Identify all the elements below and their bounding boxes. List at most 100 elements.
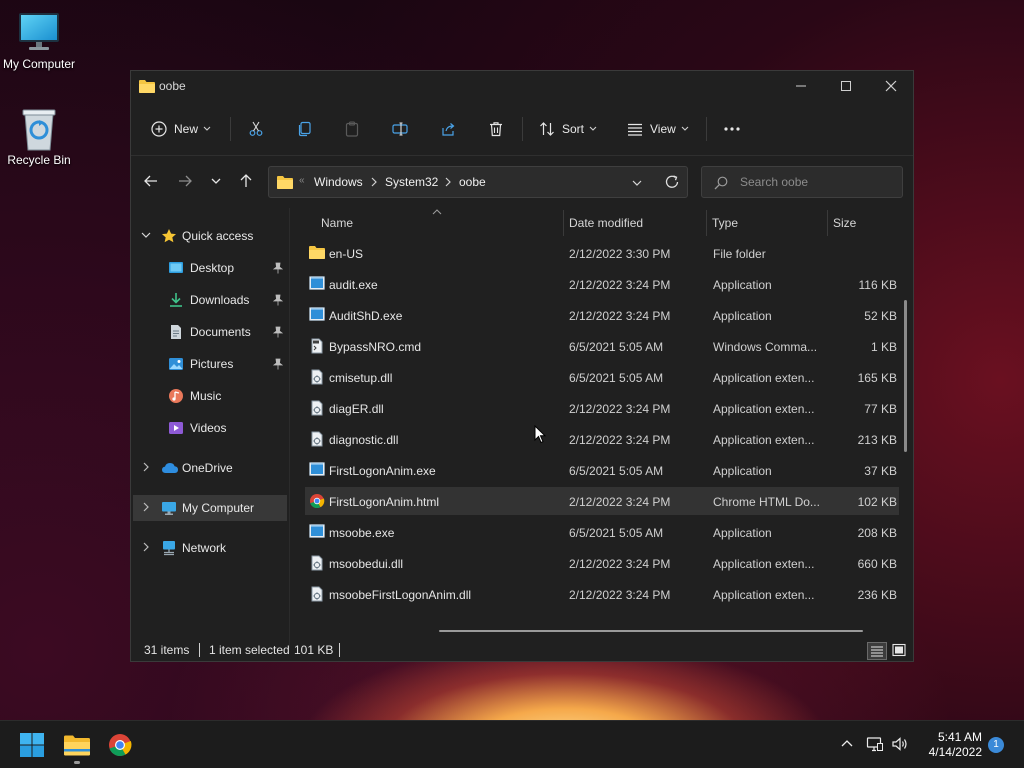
back-button[interactable]: [143, 173, 165, 191]
file-row[interactable]: BypassNRO.cmd 6/5/2021 5:05 AM Windows Com…: [305, 332, 899, 360]
network-icon: [866, 737, 883, 752]
address-bar[interactable]: « Windows System32 oobe: [268, 166, 688, 198]
minimize-button[interactable]: [781, 75, 821, 97]
chrome-icon: [109, 734, 132, 757]
maximize-button[interactable]: [826, 75, 866, 97]
paste-button[interactable]: [344, 115, 360, 143]
start-button[interactable]: [16, 729, 48, 761]
chevron-right-icon[interactable]: [445, 177, 451, 187]
chrome-taskbar-button[interactable]: [104, 729, 136, 761]
file-size: 660 KB: [857, 557, 897, 571]
nav-quick-access[interactable]: Quick access: [133, 223, 287, 249]
notification-badge[interactable]: 1: [988, 737, 1004, 753]
file-row[interactable]: diagnostic.dll 2/12/2022 3:24 PM Applicati…: [305, 425, 899, 453]
copy-button[interactable]: [297, 115, 313, 143]
file-explorer-taskbar-button[interactable]: [61, 729, 93, 761]
address-history-button[interactable]: [631, 177, 643, 189]
sort-button[interactable]: Sort: [539, 115, 597, 143]
nav-network[interactable]: Network: [133, 535, 287, 561]
nav-desktop[interactable]: Desktop: [133, 255, 287, 281]
volume-button[interactable]: [891, 736, 909, 752]
column-header-size[interactable]: Size: [828, 208, 898, 238]
refresh-button[interactable]: [664, 174, 680, 190]
nav-documents[interactable]: Documents: [133, 319, 287, 345]
share-button[interactable]: [440, 115, 456, 143]
nav-pictures[interactable]: Pictures: [133, 351, 287, 377]
clock[interactable]: 5:41 AM 4/14/2022: [916, 730, 982, 760]
forward-button[interactable]: [177, 173, 199, 191]
details-view-button[interactable]: [867, 642, 887, 660]
file-name: FirstLogonAnim.html: [329, 495, 440, 509]
nav-label: Network: [182, 541, 227, 555]
file-size: 208 KB: [857, 526, 897, 540]
nav-videos[interactable]: Videos: [133, 415, 287, 441]
show-hidden-icons-button[interactable]: [840, 736, 854, 752]
chevron-right-icon[interactable]: [141, 542, 151, 552]
file-date: 6/5/2021 5:05 AM: [569, 371, 664, 385]
status-bar: 31 items 1 item selected 101 KB: [131, 639, 913, 661]
breadcrumb-oobe[interactable]: oobe: [459, 175, 486, 189]
breadcrumb-windows[interactable]: Windows: [314, 175, 363, 189]
horizontal-scrollbar[interactable]: [439, 630, 863, 632]
file-row[interactable]: diagER.dll 2/12/2022 3:24 PM Application e…: [305, 394, 899, 422]
close-icon: [885, 80, 897, 92]
file-row[interactable]: msoobe.exe 6/5/2021 5:05 AM Application 208…: [305, 518, 899, 546]
breadcrumb-overflow[interactable]: «: [299, 175, 305, 186]
delete-button[interactable]: [488, 115, 504, 143]
vertical-scrollbar[interactable]: [904, 300, 907, 452]
network-status-button[interactable]: [866, 736, 884, 752]
file-row[interactable]: msoobeFirstLogonAnim.dll 2/12/2022 3:24 P…: [305, 580, 899, 608]
nav-label: OneDrive: [182, 461, 233, 475]
file-row[interactable]: FirstLogonAnim.html 2/12/2022 3:24 PM Chro…: [305, 487, 899, 515]
nav-music[interactable]: Music: [133, 383, 287, 409]
file-size: 236 KB: [857, 588, 897, 602]
large-icons-view-button[interactable]: [890, 642, 910, 660]
window-title: oobe: [159, 79, 186, 93]
file-name: audit.exe: [329, 278, 378, 292]
file-row[interactable]: audit.exe 2/12/2022 3:24 PM Application 116…: [305, 270, 899, 298]
file-row[interactable]: AuditShD.exe 2/12/2022 3:24 PM Application…: [305, 301, 899, 329]
up-button[interactable]: [238, 173, 260, 191]
chevron-right-icon[interactable]: [371, 177, 377, 187]
search-input[interactable]: [740, 172, 890, 192]
nav-label: Documents: [190, 325, 251, 339]
recent-locations-button[interactable]: [210, 173, 232, 191]
large-icons-view-icon: [892, 643, 906, 657]
column-header-type[interactable]: Type: [707, 208, 827, 238]
file-row[interactable]: msoobedui.dll 2/12/2022 3:24 PM Applicatio…: [305, 549, 899, 577]
file-row[interactable]: en-US 2/12/2022 3:30 PM File folder: [305, 239, 899, 267]
search-box[interactable]: [701, 166, 903, 198]
close-button[interactable]: [871, 75, 911, 97]
nav-my-computer[interactable]: My Computer: [133, 495, 287, 521]
more-options-button[interactable]: [723, 115, 741, 143]
desktop-icon-label: My Computer: [2, 57, 76, 71]
cut-button[interactable]: [248, 115, 264, 143]
column-header-date[interactable]: Date modified: [564, 208, 706, 238]
view-button[interactable]: View: [627, 115, 689, 143]
file-size: 77 KB: [864, 402, 897, 416]
title-bar[interactable]: oobe: [131, 71, 913, 101]
arrow-right-icon: [179, 175, 192, 187]
mouse-cursor-icon: [534, 425, 546, 444]
file-type: Application: [713, 278, 772, 292]
chevron-right-icon[interactable]: [141, 502, 151, 512]
desktop-icon-my-computer[interactable]: My Computer: [0, 10, 79, 71]
file-date: 2/12/2022 3:30 PM: [569, 247, 671, 261]
desktop-icon-recycle-bin[interactable]: Recycle Bin: [0, 106, 79, 167]
file-type: Chrome HTML Do...: [713, 495, 820, 509]
column-header-name[interactable]: Name: [311, 208, 563, 238]
rename-button[interactable]: [392, 115, 408, 143]
file-row[interactable]: cmisetup.dll 6/5/2021 5:05 AM Application …: [305, 363, 899, 391]
breadcrumb-system32[interactable]: System32: [385, 175, 438, 189]
new-button[interactable]: New: [151, 115, 211, 143]
file-row[interactable]: FirstLogonAnim.exe 6/5/2021 5:05 AM Applic…: [305, 456, 899, 484]
chevron-down-icon[interactable]: [141, 230, 151, 240]
chevron-right-icon[interactable]: [141, 462, 151, 472]
star-icon: [161, 228, 177, 244]
exe-icon: [309, 524, 325, 538]
nav-onedrive[interactable]: OneDrive: [133, 455, 287, 481]
nav-downloads[interactable]: Downloads: [133, 287, 287, 313]
pane-splitter[interactable]: [289, 208, 290, 648]
chevron-down-icon: [203, 126, 211, 131]
item-count: 31 items: [144, 643, 190, 657]
